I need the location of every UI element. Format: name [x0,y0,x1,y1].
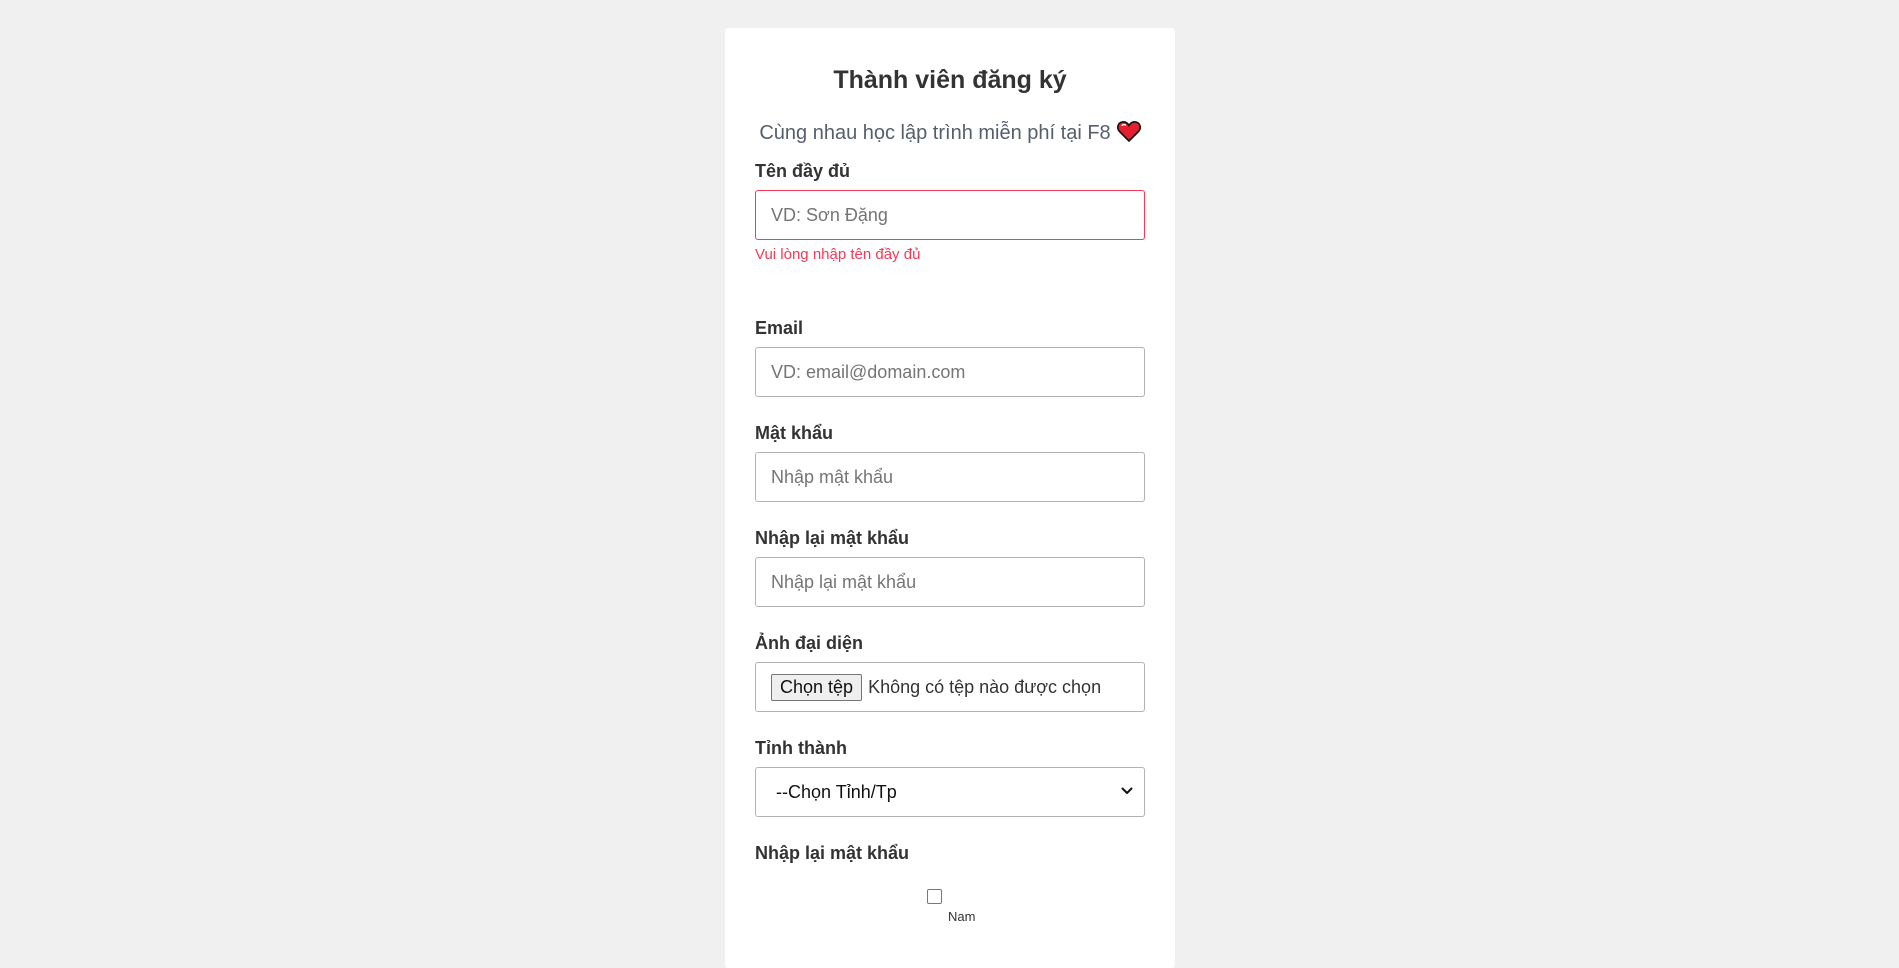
file-status-text: Không có tệp nào được chọn [868,676,1102,697]
fullname-input[interactable] [755,190,1145,240]
province-label: Tỉnh thành [755,738,847,758]
avatar-group: Ảnh đại diện Chọn tệp Không có tệp nào đ… [755,632,1145,712]
gender-label: Nhập lại mật khẩu [755,843,910,863]
email-input[interactable] [755,347,1145,397]
password-label: Mật khẩu [755,423,834,443]
form-subtitle: Cùng nhau học lập trình miễn phí tại F8 [725,120,1175,148]
password-confirm-group: Nhập lại mật khẩu [755,527,1145,607]
gender-option-label: Nam [948,909,976,924]
chevron-down-icon [1120,782,1134,803]
fullname-error-message: Vui lòng nhập tên đầy đủ [755,246,921,263]
province-select[interactable]: --Chọn Tỉnh/Tp [755,767,1145,817]
register-form-card: Thành viên đăng ký Cùng nhau học lập trì… [725,28,1175,968]
fullname-label: Tên đầy đủ [755,161,851,181]
province-group: Tỉnh thành --Chọn Tỉnh/Tp [755,737,1145,817]
gender-group: Nhập lại mật khẩu [755,842,1145,864]
password-input[interactable] [755,452,1145,502]
form-title: Thành viên đăng ký [833,66,1067,94]
subtitle-text: Cùng nhau học lập trình miễn phí tại F8 [759,122,1111,144]
choose-file-button[interactable]: Chọn tệp [771,673,863,701]
fullname-group: Tên đầy đủ Vui lòng nhập tên đầy đủ [755,160,1145,264]
gender-option: Nam [927,889,987,924]
email-group: Email [755,317,1145,397]
gender-checkbox-nam[interactable] [927,889,942,904]
avatar-label: Ảnh đại diện [755,633,863,653]
email-label: Email [755,318,804,338]
heart-icon [1116,120,1141,148]
password-confirm-input[interactable] [755,557,1145,607]
password-group: Mật khẩu [755,422,1145,502]
password-confirm-label: Nhập lại mật khẩu [755,528,910,548]
province-selected-value: --Chọn Tỉnh/Tp [776,781,897,802]
avatar-file-input: Chọn tệp Không có tệp nào được chọn [755,662,1145,712]
